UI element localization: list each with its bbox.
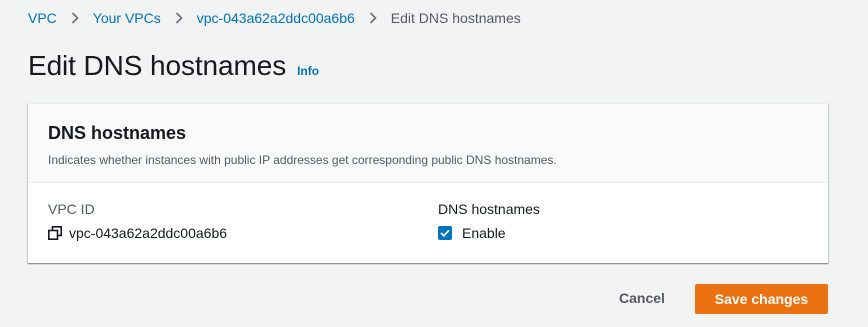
page-header: Edit DNS hostnames Info [28, 50, 319, 82]
vpc-id-value: vpc-043a62a2ddc00a6b6 [69, 225, 228, 241]
chevron-right-icon [57, 12, 93, 24]
info-link[interactable]: Info [297, 64, 319, 78]
breadcrumb-link-your-vpcs[interactable]: Your VPCs [93, 10, 161, 26]
dns-hostnames-panel: DNS hostnames Indicates whether instance… [28, 103, 828, 263]
page-title: Edit DNS hostnames [28, 50, 287, 81]
breadcrumb-link-vpc[interactable]: VPC [28, 10, 57, 26]
chevron-right-icon [355, 12, 391, 24]
panel-header: DNS hostnames Indicates whether instance… [28, 104, 828, 183]
chevron-right-icon [161, 12, 197, 24]
vpc-id-value-row: vpc-043a62a2ddc00a6b6 [48, 225, 227, 241]
panel-description: Indicates whether instances with public … [48, 153, 557, 167]
dns-hostnames-field: DNS hostnames Enable [438, 201, 540, 241]
dns-hostnames-label: DNS hostnames [438, 201, 540, 217]
breadcrumb-current: Edit DNS hostnames [390, 10, 521, 26]
enable-checkbox-label[interactable]: Enable [462, 225, 506, 241]
cancel-button[interactable]: Cancel [606, 284, 678, 312]
enable-checkbox-row: Enable [438, 225, 540, 241]
panel-title: DNS hostnames [48, 123, 187, 143]
vpc-id-field: VPC ID vpc-043a62a2ddc00a6b6 [48, 201, 227, 241]
copy-icon[interactable] [48, 226, 62, 240]
breadcrumb: VPC Your VPCs vpc-043a62a2ddc00a6b6 Edit… [28, 9, 521, 27]
breadcrumb-link-vpc-id[interactable]: vpc-043a62a2ddc00a6b6 [197, 10, 355, 26]
vpc-id-label: VPC ID [48, 201, 95, 217]
enable-checkbox[interactable] [438, 226, 452, 240]
panel-body: VPC ID vpc-043a62a2ddc00a6b6 DNS hostnam… [28, 183, 828, 263]
checkmark-icon [440, 229, 450, 237]
save-changes-button[interactable]: Save changes [695, 284, 828, 314]
